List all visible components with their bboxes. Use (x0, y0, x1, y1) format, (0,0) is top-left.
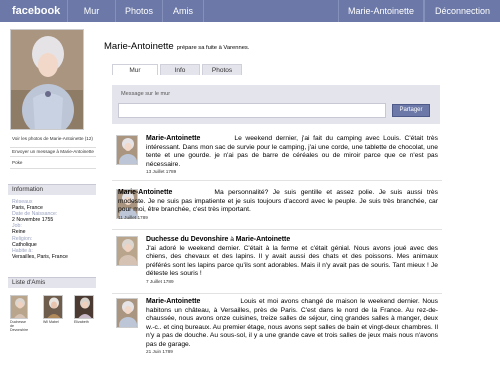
post-text: Louis et moi avons changé de maison le w… (146, 298, 438, 348)
divider (10, 147, 96, 148)
share-button[interactable]: Partager (392, 104, 430, 117)
post-text: J'ai adoré le weekend dernier. C'était à… (146, 244, 438, 278)
post-body: Marie-Antoinette Ma personnalité? Je suis… (118, 189, 438, 221)
post-divider (112, 180, 442, 181)
tab-photos[interactable]: Photos (202, 64, 242, 75)
friend-name[interactable]: Duchesse de Devonshire (10, 320, 28, 332)
post-connector: à (230, 236, 234, 243)
friend-item[interactable]: Elizabeth (74, 295, 94, 332)
wall-composer-label: Message sur le mur (121, 91, 171, 97)
nav-amis[interactable]: Amis (163, 0, 204, 22)
post-body: Marie-Antoinette Louis et moi avons chang… (146, 298, 438, 355)
post-author[interactable]: Duchesse du Devonshire (146, 236, 228, 243)
profile-status: prépare sa fuite à Varennes. (176, 45, 250, 51)
friend-name[interactable]: Elizabeth (74, 320, 94, 324)
post-body: Marie-Antoinette Le weekend dernier, j'ai… (146, 135, 438, 175)
profile-name: Marie-Antoinette (104, 41, 174, 52)
divider (10, 156, 96, 157)
post-body: Duchesse du Devonshire à Marie-Antoinett… (146, 236, 438, 285)
info-heading: Information (8, 184, 96, 195)
friend-item[interactable]: Duchesse de Devonshire (10, 295, 28, 332)
nav-photos[interactable]: Photos (116, 0, 163, 22)
gentleman-portrait-icon (43, 295, 63, 319)
post-date: 7 Juillet 1789 (146, 278, 174, 284)
post-date: 21 Juin 1789 (146, 349, 173, 354)
tab-info[interactable]: Info (160, 64, 200, 75)
profile-picture[interactable] (10, 29, 84, 130)
profile-header: Marie-Antoinette prépare sa fuite à Varen… (104, 41, 249, 52)
top-navigation-bar: facebook Mur Photos Amis Marie-Antoinett… (0, 0, 500, 22)
nav-mur[interactable]: Mur (68, 0, 116, 22)
post-author[interactable]: Marie-Antoinette (146, 135, 200, 142)
facebook-logo[interactable]: facebook (0, 0, 68, 22)
post-recipient[interactable]: Marie-Antoinette (236, 236, 290, 243)
friends-heading: Liste d'Amis (8, 277, 96, 288)
info-value: Versailles, Paris, France (12, 253, 68, 260)
friend-item[interactable]: Wil Mabel (43, 295, 63, 332)
wall-message-input[interactable] (118, 103, 386, 118)
post-divider (112, 293, 442, 294)
wall-composer: Message sur le mur Partager (112, 85, 440, 124)
friends-list: Duchesse de Devonshire Wil Mabel Elizabe… (10, 295, 94, 332)
duchess-portrait-icon (10, 295, 28, 319)
avatar[interactable] (116, 298, 138, 328)
info-list: Réseaux Paris, France Date de Naissance:… (12, 199, 96, 260)
view-photos-link[interactable]: Voir les photos de Marie-Antoinette (12) (12, 136, 96, 142)
friend-name[interactable]: Wil Mabel (43, 320, 63, 324)
post-date: 11 Juillet 1789 (118, 214, 148, 220)
logout-link[interactable]: Déconnection (424, 0, 500, 22)
portrait-image (11, 30, 83, 129)
poke-link[interactable]: Poke (12, 160, 96, 166)
avatar[interactable] (116, 236, 138, 266)
post-author[interactable]: Marie-Antoinette (146, 298, 200, 305)
nav-user-profile[interactable]: Marie-Antoinette (338, 0, 424, 22)
post-divider (112, 229, 442, 230)
divider (10, 168, 96, 169)
post-author[interactable]: Marie-Antoinette (118, 189, 172, 196)
post-date: 13 Juillet 1789 (146, 169, 177, 174)
send-message-link[interactable]: Envoyer un message à Marie-Antoinette (12, 149, 96, 155)
avatar[interactable] (116, 135, 138, 165)
profile-tabs: Mur Info Photos (112, 64, 242, 75)
lady-portrait-icon (74, 295, 94, 319)
tab-mur[interactable]: Mur (112, 64, 158, 75)
